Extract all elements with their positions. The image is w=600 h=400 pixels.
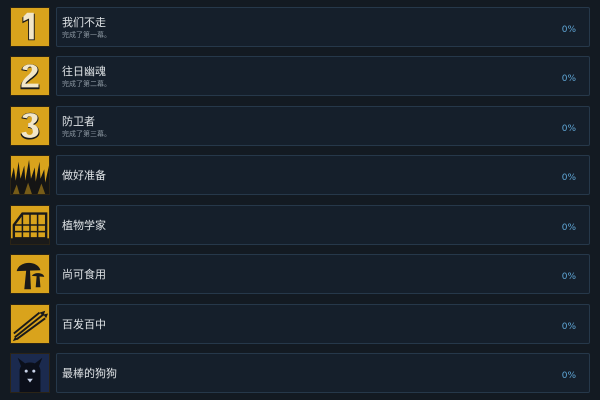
achievement-row[interactable]: 百发百中 0% [0, 301, 600, 347]
achievement-percent: 0% [561, 371, 576, 381]
achievement-title: 往日幽魂 [62, 65, 106, 78]
achievement-row[interactable]: 我们不走 完成了第一幕。 0% [0, 4, 600, 50]
achievement-percent: 0% [561, 173, 576, 183]
number-3-icon [10, 106, 50, 146]
achievement-title: 植物学家 [62, 219, 106, 232]
achievement-card: 百发百中 0% [56, 304, 590, 344]
dog-icon [10, 353, 50, 393]
achievement-row[interactable]: 尚可食用 0% [0, 251, 600, 297]
achievement-title: 做好准备 [62, 169, 106, 182]
achievement-percent: 0% [561, 322, 576, 332]
achievement-row[interactable]: 最棒的狗狗 0% [0, 350, 600, 396]
achievement-card: 最棒的狗狗 0% [56, 353, 590, 393]
achievement-row[interactable]: 植物学家 0% [0, 202, 600, 248]
achievement-card: 植物学家 0% [56, 205, 590, 245]
grass-icon [10, 155, 50, 195]
achievement-description: 完成了第二幕。 [62, 80, 111, 88]
achievement-row[interactable]: 做好准备 0% [0, 152, 600, 198]
achievement-row[interactable]: 防卫者 完成了第三幕。 0% [0, 103, 600, 149]
number-2-icon [10, 56, 50, 96]
achievement-card: 尚可食用 0% [56, 254, 590, 294]
achievement-percent: 0% [561, 223, 576, 233]
achievement-description: 完成了第三幕。 [62, 130, 111, 138]
achievement-percent: 0% [561, 272, 576, 282]
greenhouse-icon [10, 205, 50, 245]
achievement-percent: 0% [561, 25, 576, 35]
achievement-percent: 0% [561, 74, 576, 84]
achievement-row[interactable]: 往日幽魂 完成了第二幕。 0% [0, 53, 600, 99]
achievement-title: 防卫者 [62, 115, 95, 128]
achievement-description: 完成了第一幕。 [62, 31, 111, 39]
achievement-percent: 0% [561, 124, 576, 134]
achievement-title: 最棒的狗狗 [62, 367, 117, 380]
achievement-title: 我们不走 [62, 16, 106, 29]
number-1-icon [10, 7, 50, 47]
achievement-title: 百发百中 [62, 318, 106, 331]
achievement-card: 我们不走 完成了第一幕。 0% [56, 7, 590, 47]
achievement-card: 防卫者 完成了第三幕。 0% [56, 106, 590, 146]
achievement-card: 做好准备 0% [56, 155, 590, 195]
achievement-card: 往日幽魂 完成了第二幕。 0% [56, 56, 590, 96]
arrows-icon [10, 304, 50, 344]
achievement-title: 尚可食用 [62, 268, 106, 281]
mushroom-icon [10, 254, 50, 294]
achievement-list: 我们不走 完成了第一幕。 0% 往日幽魂 完成了第二幕。 0% 防卫者 完成了第… [0, 0, 600, 400]
